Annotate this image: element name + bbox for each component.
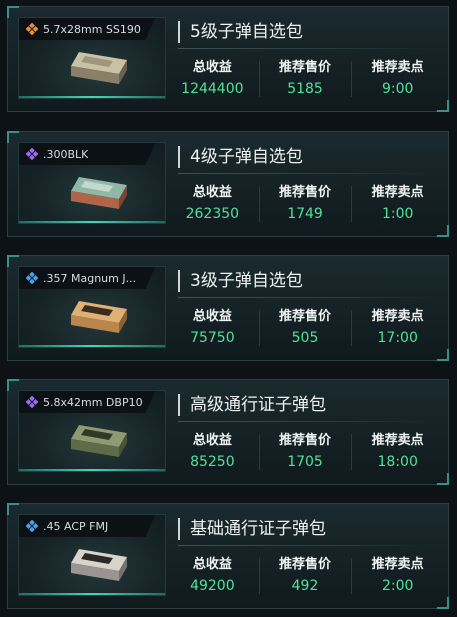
ammo-pack-card[interactable]: .357 Magnum J... 3级子弹自选包 总收益 75750 推荐售价 …	[7, 255, 449, 361]
item-thumbnail[interactable]: .45 ACP FMJ	[18, 514, 166, 596]
item-thumbnail[interactable]: .357 Magnum J...	[18, 266, 166, 348]
thumbnail-accent-line	[19, 469, 165, 471]
stats-row: 总收益 49200 推荐售价 492 推荐卖点 2:00	[166, 552, 444, 600]
stat-label: 总收益	[192, 433, 232, 448]
stat-value: 5185	[287, 81, 323, 97]
stat-value: 85250	[190, 454, 235, 470]
stat-price: 推荐售价 492	[258, 552, 352, 600]
stat-price: 推荐售价 5185	[258, 55, 352, 103]
ammo-box-image	[71, 425, 127, 457]
stat-revenue: 总收益 49200	[166, 552, 259, 600]
divider	[178, 421, 436, 422]
item-name: 5.8x42mm DBP10	[43, 395, 143, 409]
item-thumbnail[interactable]: 5.8x42mm DBP10	[18, 390, 166, 472]
stat-label: 推荐售价	[279, 309, 332, 324]
stat-label: 推荐卖点	[371, 557, 424, 572]
thumbnail-accent-line	[19, 221, 165, 223]
thumbnail-accent-line	[19, 96, 165, 98]
stat-time: 推荐卖点 17:00	[351, 304, 444, 352]
stat-value: 1244400	[181, 81, 244, 97]
pack-title: 4级子弹自选包	[178, 146, 303, 168]
stat-time: 推荐卖点 18:00	[351, 428, 444, 476]
stat-label: 推荐售价	[279, 557, 332, 572]
divider	[178, 545, 436, 546]
stat-value: 1:00	[381, 206, 414, 222]
item-name: 5.7x28mm SS190	[43, 22, 141, 36]
ammo-box-image	[71, 301, 127, 333]
stat-label: 推荐卖点	[371, 309, 424, 324]
stat-value: 75750	[190, 330, 235, 346]
stat-label: 总收益	[192, 557, 232, 572]
stats-row: 总收益 262350 推荐售价 1749 推荐卖点 1:00	[166, 180, 444, 228]
stat-value: 18:00	[377, 454, 418, 470]
item-tag: 5.7x28mm SS190	[19, 18, 155, 40]
item-tag: .357 Magnum J...	[19, 267, 155, 289]
stat-price: 推荐售价 1705	[258, 428, 352, 476]
stat-time: 推荐卖点 2:00	[351, 552, 444, 600]
stat-price: 推荐售价 1749	[258, 180, 352, 228]
ammo-box-image	[71, 52, 127, 84]
stat-label: 总收益	[192, 309, 232, 324]
item-name: .357 Magnum J...	[43, 271, 137, 285]
divider	[178, 173, 436, 174]
divider	[178, 48, 436, 49]
stats-row: 总收益 75750 推荐售价 505 推荐卖点 17:00	[166, 304, 444, 352]
pack-title: 5级子弹自选包	[178, 21, 303, 43]
item-thumbnail[interactable]: .300BLK	[18, 142, 166, 224]
ammo-pack-card[interactable]: .300BLK 4级子弹自选包 总收益 262350 推荐售价 1749 推荐卖…	[7, 131, 449, 237]
stat-time: 推荐卖点 1:00	[351, 180, 444, 228]
stat-revenue: 总收益 1244400	[166, 55, 259, 103]
stat-price: 推荐售价 505	[258, 304, 352, 352]
item-name: .45 ACP FMJ	[43, 519, 109, 533]
thumbnail-accent-line	[19, 593, 165, 595]
stat-label: 推荐卖点	[371, 60, 424, 75]
stat-label: 推荐售价	[279, 60, 332, 75]
orange-diamond-cluster-icon	[26, 23, 38, 35]
blue-diamond-cluster-icon	[26, 520, 38, 532]
pack-title: 3级子弹自选包	[178, 270, 303, 292]
stat-revenue: 总收益 85250	[166, 428, 259, 476]
stat-value: 2:00	[381, 578, 414, 594]
item-tag: .45 ACP FMJ	[19, 515, 155, 537]
stat-label: 推荐卖点	[371, 185, 424, 200]
stat-label: 推荐售价	[279, 433, 332, 448]
purple-diamond-cluster-icon	[26, 396, 38, 408]
stat-value: 49200	[190, 578, 235, 594]
stat-label: 总收益	[192, 60, 232, 75]
stat-value: 1749	[287, 206, 323, 222]
stat-value: 492	[291, 578, 319, 594]
item-tag: 5.8x42mm DBP10	[19, 391, 155, 413]
stat-value: 9:00	[381, 81, 414, 97]
stat-value: 262350	[185, 206, 240, 222]
stat-revenue: 总收益 75750	[166, 304, 259, 352]
blue-diamond-cluster-icon	[26, 272, 38, 284]
ammo-box-image	[71, 177, 127, 209]
stat-value: 505	[291, 330, 319, 346]
pack-title: 基础通行证子弹包	[178, 518, 326, 540]
stats-row: 总收益 85250 推荐售价 1705 推荐卖点 18:00	[166, 428, 444, 476]
purple-diamond-cluster-icon	[26, 148, 38, 160]
ammo-box-image	[71, 549, 127, 581]
stat-label: 总收益	[192, 185, 232, 200]
stat-time: 推荐卖点 9:00	[351, 55, 444, 103]
stat-label: 推荐卖点	[371, 433, 424, 448]
divider	[178, 297, 436, 298]
item-thumbnail[interactable]: 5.7x28mm SS190	[18, 17, 166, 99]
stats-row: 总收益 1244400 推荐售价 5185 推荐卖点 9:00	[166, 55, 444, 103]
stat-value: 17:00	[377, 330, 418, 346]
stat-value: 1705	[287, 454, 323, 470]
pack-title: 高级通行证子弹包	[178, 394, 326, 416]
stat-revenue: 总收益 262350	[166, 180, 259, 228]
ammo-pack-card[interactable]: 5.8x42mm DBP10 高级通行证子弹包 总收益 85250 推荐售价 1…	[7, 379, 449, 485]
thumbnail-accent-line	[19, 345, 165, 347]
item-name: .300BLK	[43, 147, 89, 161]
ammo-pack-card[interactable]: 5.7x28mm SS190 5级子弹自选包 总收益 1244400 推荐售价 …	[7, 6, 449, 112]
item-tag: .300BLK	[19, 143, 155, 165]
stat-label: 推荐售价	[279, 185, 332, 200]
ammo-pack-card[interactable]: .45 ACP FMJ 基础通行证子弹包 总收益 49200 推荐售价 492 …	[7, 503, 449, 609]
